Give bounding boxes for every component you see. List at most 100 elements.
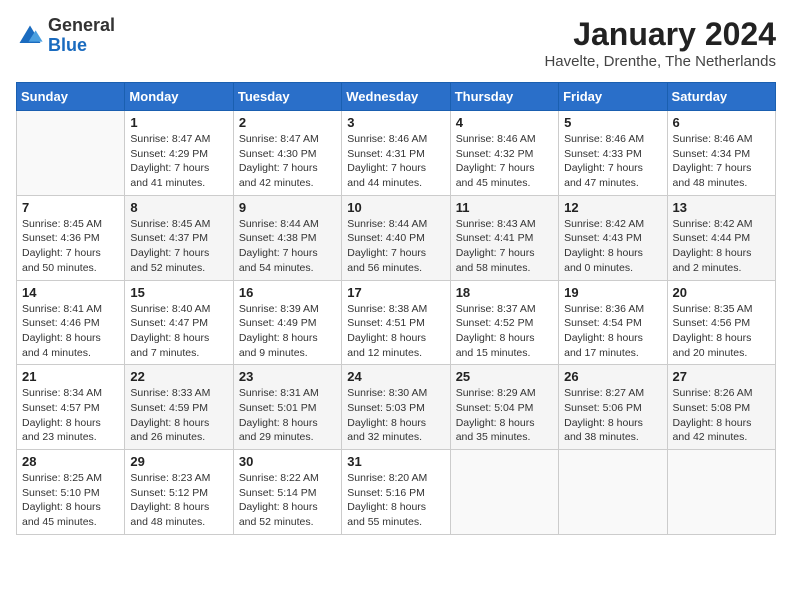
calendar-day-cell: 25 Sunrise: 8:29 AM Sunset: 5:04 PM Dayli…	[450, 365, 558, 450]
day-info: Sunrise: 8:45 AM Sunset: 4:36 PM Dayligh…	[22, 217, 119, 276]
calendar-day-cell: 28 Sunrise: 8:25 AM Sunset: 5:10 PM Dayli…	[17, 450, 125, 535]
day-number: 25	[456, 369, 553, 384]
day-info: Sunrise: 8:39 AM Sunset: 4:49 PM Dayligh…	[239, 302, 336, 361]
calendar-day-cell: 1Sunrise: 8:47 AM Sunset: 4:29 PM Daylig…	[125, 111, 233, 196]
day-info: Sunrise: 8:47 AM Sunset: 4:30 PM Dayligh…	[239, 132, 336, 191]
day-number: 24	[347, 369, 444, 384]
day-number: 5	[564, 115, 661, 130]
day-info: Sunrise: 8:26 AM Sunset: 5:08 PM Dayligh…	[673, 386, 770, 445]
day-info: Sunrise: 8:46 AM Sunset: 4:33 PM Dayligh…	[564, 132, 661, 191]
calendar-day-cell	[559, 450, 667, 535]
day-number: 28	[22, 454, 119, 469]
day-number: 4	[456, 115, 553, 130]
calendar-day-cell: 10 Sunrise: 8:44 AM Sunset: 4:40 PM Dayli…	[342, 195, 450, 280]
calendar-week-row: 1Sunrise: 8:47 AM Sunset: 4:29 PM Daylig…	[17, 111, 776, 196]
calendar-day-cell: 30 Sunrise: 8:22 AM Sunset: 5:14 PM Dayli…	[233, 450, 341, 535]
calendar-day-cell	[667, 450, 775, 535]
calendar-day-cell: 5 Sunrise: 8:46 AM Sunset: 4:33 PM Daylig…	[559, 111, 667, 196]
calendar-day-cell: 24 Sunrise: 8:30 AM Sunset: 5:03 PM Dayli…	[342, 365, 450, 450]
calendar-day-cell: 18Sunrise: 8:37 AM Sunset: 4:52 PM Dayli…	[450, 280, 558, 365]
day-number: 30	[239, 454, 336, 469]
calendar-header-row: SundayMondayTuesdayWednesdayThursdayFrid…	[17, 83, 776, 111]
calendar-day-cell: 11 Sunrise: 8:43 AM Sunset: 4:41 PM Dayli…	[450, 195, 558, 280]
calendar-day-cell: 3Sunrise: 8:46 AM Sunset: 4:31 PM Daylig…	[342, 111, 450, 196]
calendar-day-cell: 7 Sunrise: 8:45 AM Sunset: 4:36 PM Daylig…	[17, 195, 125, 280]
calendar-day-cell: 20 Sunrise: 8:35 AM Sunset: 4:56 PM Dayli…	[667, 280, 775, 365]
day-number: 31	[347, 454, 444, 469]
day-number: 8	[130, 200, 227, 215]
day-info: Sunrise: 8:46 AM Sunset: 4:34 PM Dayligh…	[673, 132, 770, 191]
logo-general: General	[48, 16, 115, 36]
weekday-header: Tuesday	[233, 83, 341, 111]
weekday-header: Thursday	[450, 83, 558, 111]
day-info: Sunrise: 8:46 AM Sunset: 4:31 PM Dayligh…	[347, 132, 444, 191]
day-number: 26	[564, 369, 661, 384]
weekday-header: Monday	[125, 83, 233, 111]
calendar-day-cell: 4 Sunrise: 8:46 AM Sunset: 4:32 PM Daylig…	[450, 111, 558, 196]
day-info: Sunrise: 8:23 AM Sunset: 5:12 PM Dayligh…	[130, 471, 227, 530]
day-number: 10	[347, 200, 444, 215]
logo-blue: Blue	[48, 36, 115, 56]
day-number: 15	[130, 285, 227, 300]
day-info: Sunrise: 8:25 AM Sunset: 5:10 PM Dayligh…	[22, 471, 119, 530]
day-info: Sunrise: 8:46 AM Sunset: 4:32 PM Dayligh…	[456, 132, 553, 191]
logo: General Blue	[16, 16, 115, 56]
calendar-day-cell: 8 Sunrise: 8:45 AM Sunset: 4:37 PM Daylig…	[125, 195, 233, 280]
day-number: 19	[564, 285, 661, 300]
day-number: 18	[456, 285, 553, 300]
day-info: Sunrise: 8:45 AM Sunset: 4:37 PM Dayligh…	[130, 217, 227, 276]
calendar-week-row: 28 Sunrise: 8:25 AM Sunset: 5:10 PM Dayli…	[17, 450, 776, 535]
title-block: January 2024 Havelte, Drenthe, The Nethe…	[544, 16, 776, 70]
calendar-day-cell: 29 Sunrise: 8:23 AM Sunset: 5:12 PM Dayli…	[125, 450, 233, 535]
day-number: 13	[673, 200, 770, 215]
calendar-day-cell: 13Sunrise: 8:42 AM Sunset: 4:44 PM Dayli…	[667, 195, 775, 280]
day-number: 6	[673, 115, 770, 130]
calendar-day-cell: 2 Sunrise: 8:47 AM Sunset: 4:30 PM Daylig…	[233, 111, 341, 196]
calendar-day-cell: 26 Sunrise: 8:27 AM Sunset: 5:06 PM Dayli…	[559, 365, 667, 450]
day-number: 20	[673, 285, 770, 300]
day-info: Sunrise: 8:31 AM Sunset: 5:01 PM Dayligh…	[239, 386, 336, 445]
calendar-day-cell: 15Sunrise: 8:40 AM Sunset: 4:47 PM Dayli…	[125, 280, 233, 365]
day-number: 21	[22, 369, 119, 384]
calendar-week-row: 7 Sunrise: 8:45 AM Sunset: 4:36 PM Daylig…	[17, 195, 776, 280]
calendar: SundayMondayTuesdayWednesdayThursdayFrid…	[16, 82, 776, 535]
calendar-day-cell: 21 Sunrise: 8:34 AM Sunset: 4:57 PM Dayli…	[17, 365, 125, 450]
calendar-day-cell: 23Sunrise: 8:31 AM Sunset: 5:01 PM Dayli…	[233, 365, 341, 450]
day-number: 14	[22, 285, 119, 300]
calendar-day-cell: 9Sunrise: 8:44 AM Sunset: 4:38 PM Daylig…	[233, 195, 341, 280]
day-info: Sunrise: 8:22 AM Sunset: 5:14 PM Dayligh…	[239, 471, 336, 530]
location-title: Havelte, Drenthe, The Netherlands	[544, 53, 776, 70]
calendar-day-cell: 31 Sunrise: 8:20 AM Sunset: 5:16 PM Dayli…	[342, 450, 450, 535]
day-info: Sunrise: 8:35 AM Sunset: 4:56 PM Dayligh…	[673, 302, 770, 361]
weekday-header: Friday	[559, 83, 667, 111]
day-number: 2	[239, 115, 336, 130]
logo-icon	[16, 22, 44, 50]
day-number: 17	[347, 285, 444, 300]
day-number: 9	[239, 200, 336, 215]
day-info: Sunrise: 8:27 AM Sunset: 5:06 PM Dayligh…	[564, 386, 661, 445]
calendar-day-cell: 16Sunrise: 8:39 AM Sunset: 4:49 PM Dayli…	[233, 280, 341, 365]
weekday-header: Sunday	[17, 83, 125, 111]
day-info: Sunrise: 8:33 AM Sunset: 4:59 PM Dayligh…	[130, 386, 227, 445]
day-info: Sunrise: 8:44 AM Sunset: 4:40 PM Dayligh…	[347, 217, 444, 276]
calendar-day-cell: 6 Sunrise: 8:46 AM Sunset: 4:34 PM Daylig…	[667, 111, 775, 196]
month-title: January 2024	[544, 16, 776, 53]
day-info: Sunrise: 8:20 AM Sunset: 5:16 PM Dayligh…	[347, 471, 444, 530]
day-info: Sunrise: 8:29 AM Sunset: 5:04 PM Dayligh…	[456, 386, 553, 445]
day-number: 27	[673, 369, 770, 384]
page-header: General Blue January 2024 Havelte, Drent…	[16, 16, 776, 70]
day-info: Sunrise: 8:36 AM Sunset: 4:54 PM Dayligh…	[564, 302, 661, 361]
weekday-header: Saturday	[667, 83, 775, 111]
day-info: Sunrise: 8:34 AM Sunset: 4:57 PM Dayligh…	[22, 386, 119, 445]
day-number: 11	[456, 200, 553, 215]
day-info: Sunrise: 8:30 AM Sunset: 5:03 PM Dayligh…	[347, 386, 444, 445]
day-number: 7	[22, 200, 119, 215]
day-info: Sunrise: 8:43 AM Sunset: 4:41 PM Dayligh…	[456, 217, 553, 276]
logo-text: General Blue	[48, 16, 115, 56]
day-number: 29	[130, 454, 227, 469]
calendar-day-cell	[17, 111, 125, 196]
calendar-week-row: 21 Sunrise: 8:34 AM Sunset: 4:57 PM Dayli…	[17, 365, 776, 450]
calendar-day-cell: 12Sunrise: 8:42 AM Sunset: 4:43 PM Dayli…	[559, 195, 667, 280]
calendar-day-cell	[450, 450, 558, 535]
day-info: Sunrise: 8:41 AM Sunset: 4:46 PM Dayligh…	[22, 302, 119, 361]
